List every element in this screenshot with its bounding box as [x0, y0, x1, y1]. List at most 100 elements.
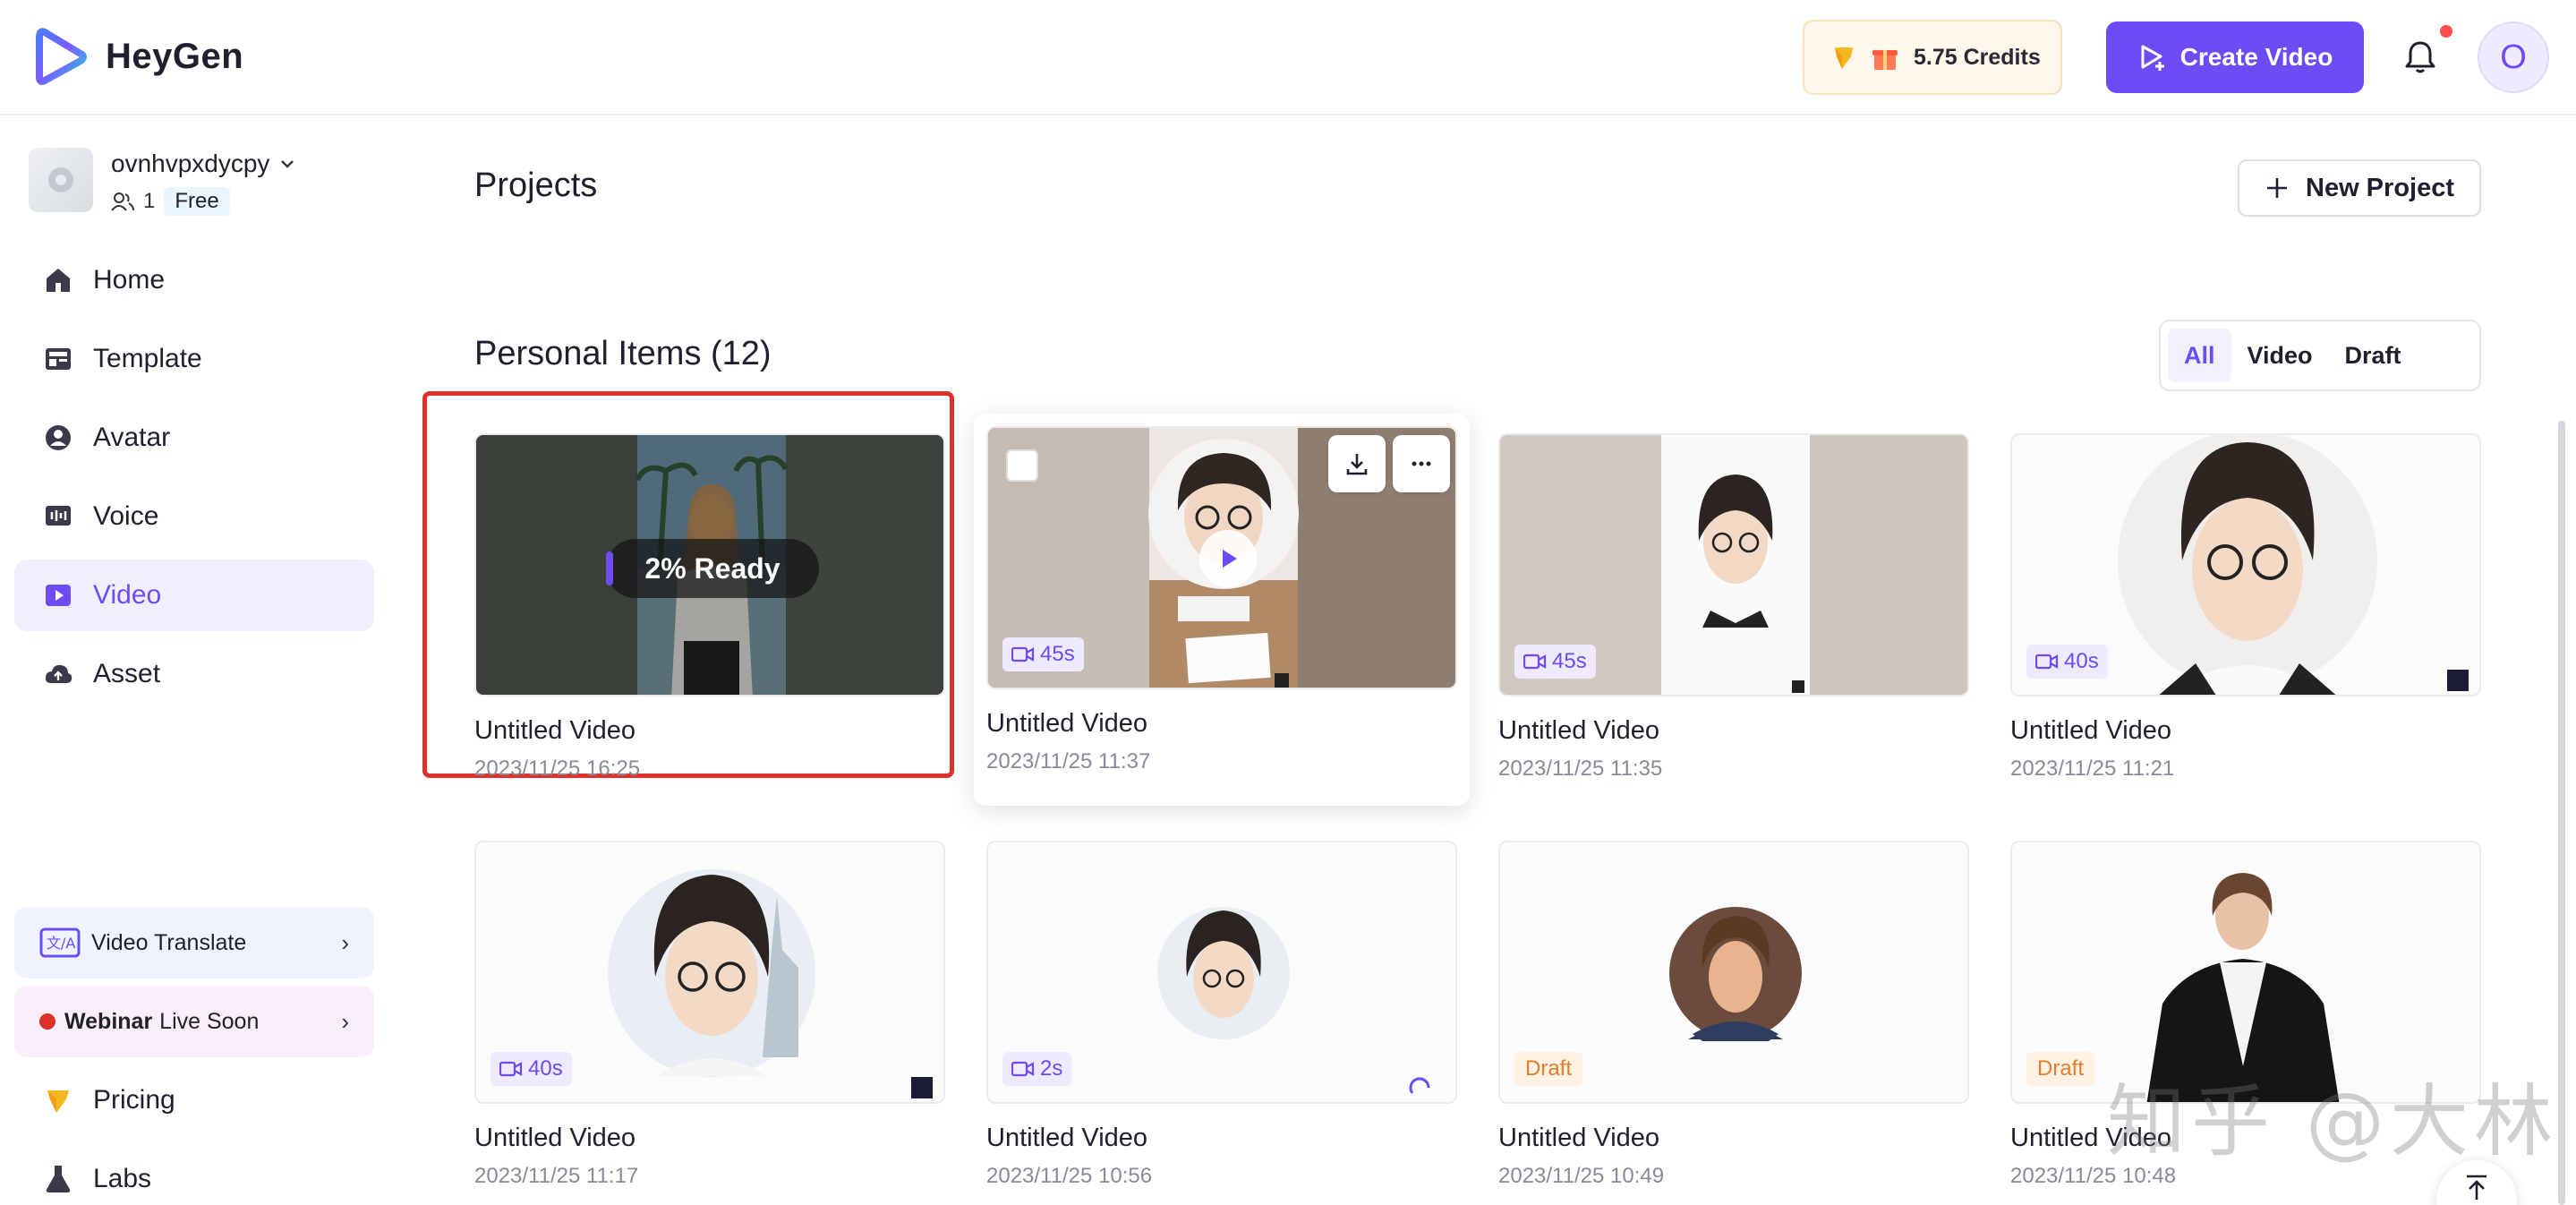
webinar-promo[interactable]: Webinar Live Soon ›: [14, 986, 374, 1057]
play-button[interactable]: [1199, 530, 1257, 587]
card-title[interactable]: Untitled Video: [986, 709, 1457, 739]
video-card[interactable]: 2s Untitled Video 2023/11/25 10:56: [986, 841, 1457, 1189]
duration-badge: 40s: [490, 1052, 572, 1086]
workspace-switcher[interactable]: ovnhvpxdycpy 1 Free: [29, 148, 296, 216]
sidebar-item-pricing[interactable]: Pricing: [14, 1064, 374, 1136]
download-button[interactable]: [1328, 435, 1386, 492]
video-thumbnail[interactable]: 40s: [474, 841, 945, 1104]
voice-icon: [46, 506, 71, 526]
draft-badge: Draft: [1514, 1052, 1583, 1086]
sidebar-item-labs[interactable]: Labs: [14, 1143, 374, 1205]
video-thumbnail[interactable]: 2s: [986, 841, 1457, 1104]
template-icon: [46, 348, 71, 370]
card-date: 2023/11/25 16:25: [474, 756, 641, 781]
duration-value: 45s: [1552, 649, 1587, 673]
home-icon: [47, 269, 70, 292]
workspace-name-row: ovnhvpxdycpy: [111, 150, 296, 178]
create-video-button[interactable]: Create Video: [2106, 21, 2364, 93]
avatar-icon: [46, 425, 71, 450]
video-card[interactable]: 45s Untitled Video 2023/11/25 11:37: [986, 426, 1457, 774]
video-camera-icon: [2035, 654, 2059, 670]
draft-badge: Draft: [2026, 1052, 2095, 1086]
workspace-avatar: [29, 148, 93, 212]
plus-icon: [2267, 178, 2287, 198]
video-camera-icon: [499, 1061, 523, 1077]
sidebar-item-label: Asset: [93, 659, 161, 688]
duration-value: 40s: [528, 1056, 563, 1081]
sidebar-item-avatar[interactable]: Avatar: [14, 402, 374, 474]
page-title: Projects: [474, 167, 598, 204]
vertical-scrollbar[interactable]: [2558, 421, 2565, 1205]
select-checkbox[interactable]: [1006, 449, 1038, 482]
video-thumbnail[interactable]: 40s: [2010, 433, 2481, 697]
card-title[interactable]: Untitled Video: [986, 1124, 1457, 1153]
cloud-upload-icon: [45, 664, 73, 683]
section-title: Personal Items (12): [474, 335, 772, 372]
video-camera-icon: [1011, 1061, 1035, 1077]
tab-video[interactable]: Video: [2231, 329, 2329, 382]
card-date: 2023/11/25 11:21: [2010, 756, 2175, 781]
sidebar-item-asset[interactable]: Asset: [14, 638, 374, 710]
video-icon: [46, 585, 71, 606]
video-thumbnail[interactable]: 45s: [986, 426, 1457, 689]
download-icon: [1346, 454, 1368, 475]
sidebar-item-voice[interactable]: Voice: [14, 481, 374, 552]
sidebar-item-template[interactable]: Template: [14, 323, 374, 395]
gem-icon: [1835, 47, 1853, 69]
card-title[interactable]: Untitled Video: [474, 1124, 945, 1153]
heygen-logo-icon: [36, 28, 87, 85]
user-avatar[interactable]: O: [2478, 21, 2549, 93]
video-camera-icon: [1011, 646, 1035, 662]
video-card[interactable]: Draft Untitled Video 2023/11/25 10:49: [1498, 841, 1969, 1189]
video-translate-promo[interactable]: 文/A Video Translate ›: [14, 907, 374, 979]
sidebar-item-label: Labs: [93, 1164, 152, 1193]
sidebar-item-label: Pricing: [93, 1085, 175, 1115]
brand-name: HeyGen: [106, 36, 244, 76]
card-title[interactable]: Untitled Video: [474, 716, 945, 746]
workspace-name: ovnhvpxdycpy: [111, 150, 270, 177]
webinar-label: Webinar: [64, 1008, 153, 1034]
new-project-button[interactable]: New Project: [2238, 159, 2481, 217]
sidebar: ovnhvpxdycpy 1 Free Home Template Avatar…: [0, 117, 394, 1205]
duration-value: 40s: [2064, 649, 2099, 673]
video-thumbnail[interactable]: 2% Ready: [474, 433, 945, 697]
translate-icon: 文/A: [39, 927, 81, 958]
card-date: 2023/11/25 11:17: [474, 1164, 639, 1188]
card-title[interactable]: Untitled Video: [1498, 716, 1969, 746]
video-thumbnail[interactable]: 45s: [1498, 433, 1969, 697]
tab-draft[interactable]: Draft: [2329, 329, 2418, 382]
watermark-text: 知乎 @大林: [2107, 1075, 2558, 1167]
video-thumbnail[interactable]: Draft: [1498, 841, 1969, 1104]
gift-icon: [1872, 50, 1898, 70]
video-card[interactable]: 40s Untitled Video 2023/11/25 11:21: [2010, 433, 2481, 782]
brand-logo[interactable]: HeyGen: [36, 27, 243, 86]
video-card[interactable]: 40s Untitled Video 2023/11/25 11:17: [474, 841, 945, 1189]
video-camera-icon: [1523, 654, 1547, 670]
svg-text:文/A: 文/A: [47, 935, 75, 952]
sidebar-item-video[interactable]: Video: [14, 560, 374, 631]
card-title[interactable]: Untitled Video: [2010, 716, 2481, 746]
tab-all[interactable]: All: [2168, 329, 2231, 382]
video-card[interactable]: 2% Ready Untitled Video 2023/11/25 16:25: [474, 433, 945, 782]
card-date: 2023/11/25 10:56: [986, 1164, 1153, 1188]
flask-icon: [46, 1166, 71, 1192]
sidebar-item-label: Home: [93, 265, 166, 295]
plan-badge: Free: [164, 187, 230, 216]
gem-icon: [47, 1090, 69, 1113]
duration-badge: 2s: [1002, 1052, 1072, 1086]
sidebar-item-home[interactable]: Home: [14, 244, 374, 316]
more-options-button[interactable]: [1393, 435, 1450, 492]
card-title[interactable]: Untitled Video: [1498, 1124, 1969, 1153]
sidebar-item-label: Avatar: [93, 423, 171, 452]
credits-amount: 5.75 Credits: [1914, 44, 2041, 70]
card-date: 2023/11/25 11:35: [1498, 756, 1663, 781]
more-icon: [1412, 461, 1431, 466]
video-card[interactable]: 45s Untitled Video 2023/11/25 11:35: [1498, 433, 1969, 782]
new-project-label: New Project: [2306, 173, 2454, 202]
notification-bell-icon[interactable]: [2401, 38, 2440, 77]
card-date: 2023/11/25 10:49: [1498, 1164, 1665, 1188]
credits-badge[interactable]: 5.75 Credits: [1803, 20, 2062, 95]
create-video-icon: [2141, 45, 2164, 71]
arrow-up-icon: [2467, 1175, 2486, 1200]
card-date: 2023/11/25 11:37: [986, 749, 1151, 773]
